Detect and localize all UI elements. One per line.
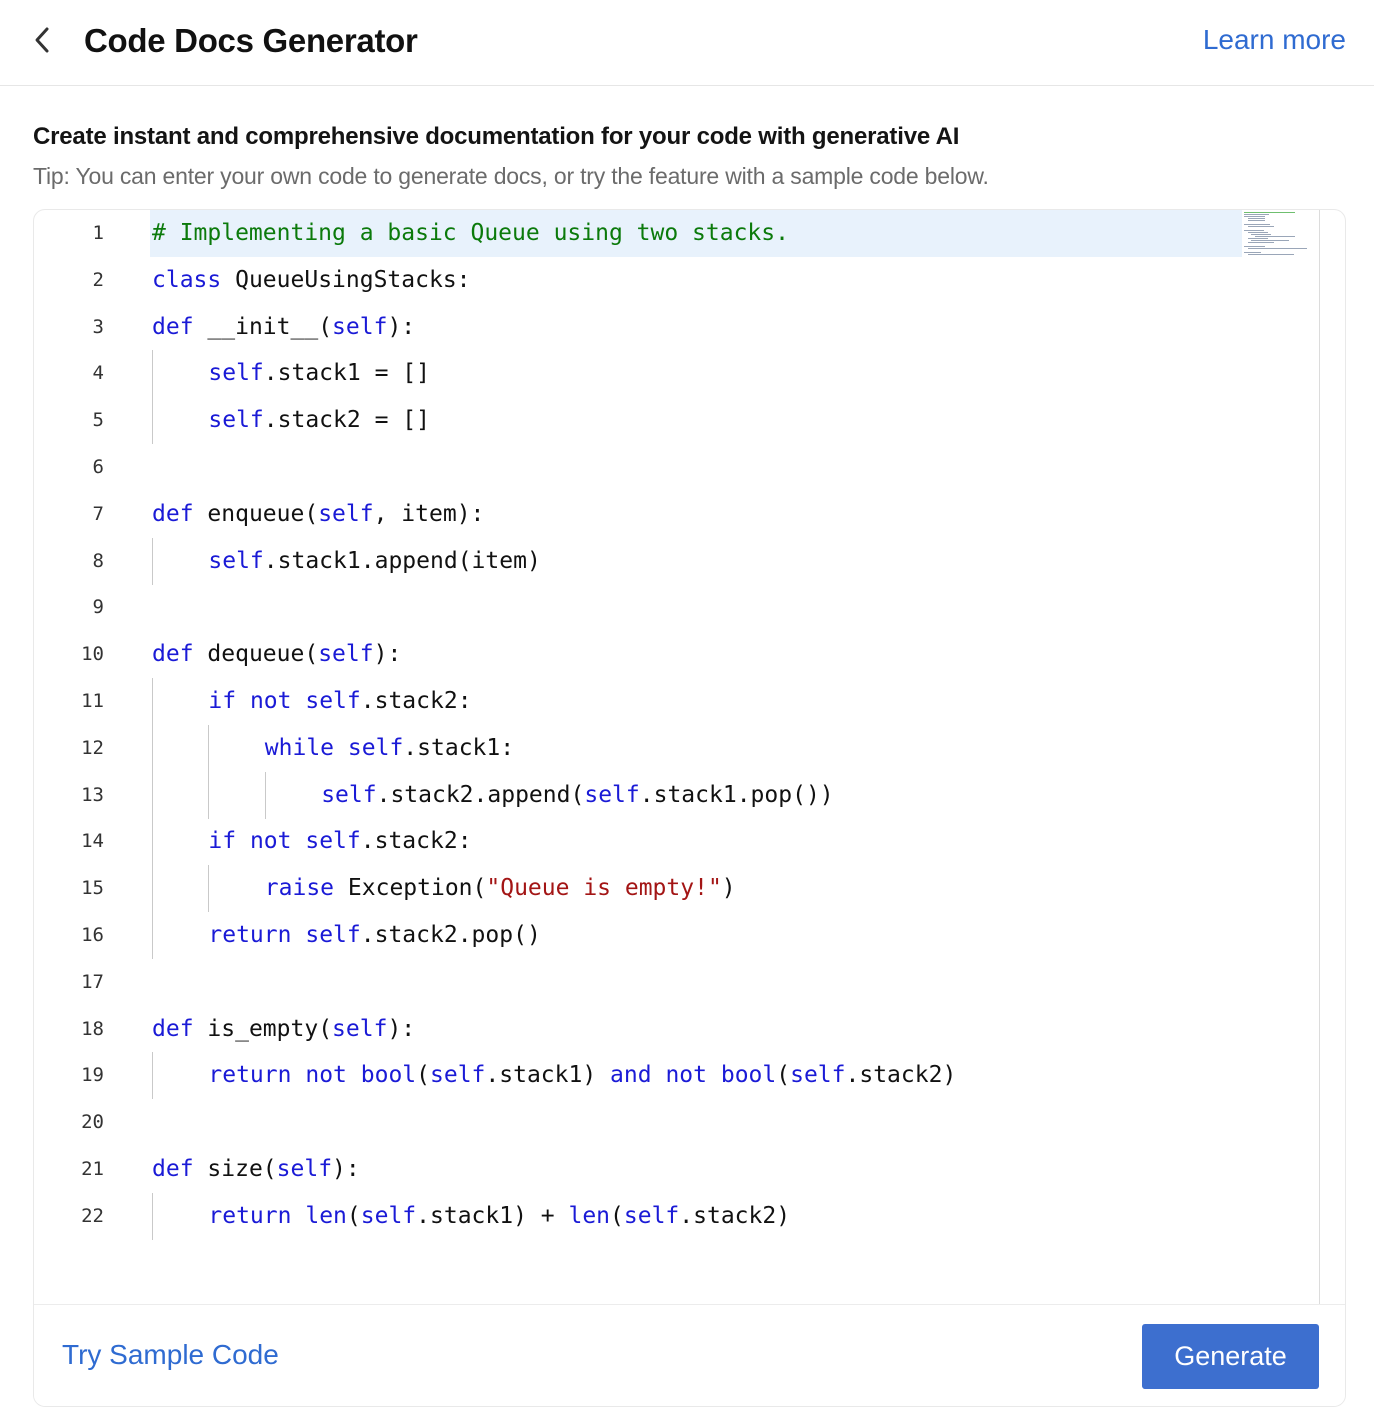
code-editor[interactable]: 1 # Implementing a basic Queue using two …: [34, 210, 1320, 1304]
line-number: 18: [81, 1018, 104, 1040]
indent-guide: [152, 912, 153, 959]
generate-button[interactable]: Generate: [1142, 1324, 1319, 1389]
indent-guide: [152, 1193, 153, 1240]
indent-guide: [208, 772, 210, 819]
code-line[interactable]: 2 class QueueUsingStacks:: [34, 257, 1320, 304]
page-title: Code Docs Generator: [84, 22, 418, 59]
line-number: 2: [92, 269, 104, 291]
line-number: 5: [92, 409, 104, 431]
line-number: 22: [81, 1205, 104, 1227]
indent-guide: [152, 818, 153, 865]
line-number: 13: [81, 784, 104, 806]
line-number: 20: [81, 1111, 104, 1133]
code-line[interactable]: 9: [34, 584, 1320, 631]
code-line[interactable]: 15 raise Exception("Queue is empty!"): [34, 865, 1320, 912]
indent-guide: [152, 538, 153, 585]
code-line[interactable]: 10 def dequeue(self):: [34, 631, 1320, 678]
indent-guide: [208, 865, 210, 912]
indent-guide: [152, 865, 153, 912]
line-number: 6: [92, 456, 104, 478]
learn-more-link[interactable]: Learn more: [1203, 24, 1346, 56]
indent-guide: [208, 725, 210, 772]
line-number: 8: [92, 550, 104, 572]
code-line[interactable]: 17: [34, 959, 1320, 1006]
line-number: 19: [81, 1064, 104, 1086]
code-line[interactable]: 13 self.stack2.append(self.stack1.pop()): [34, 772, 1320, 819]
code-text: return self.stack2.pop(): [208, 922, 541, 948]
indent-guide: [152, 1052, 153, 1099]
indent-guide: [152, 397, 153, 444]
code-text: # Implementing a basic Queue using two s…: [152, 220, 789, 246]
editor-footer: Try Sample Code Generate: [34, 1304, 1345, 1406]
code-line[interactable]: 5 self.stack2 = []: [34, 397, 1320, 444]
code-text: if not self.stack2:: [208, 828, 472, 854]
indent-guide: [152, 678, 153, 725]
indent-guide: [152, 772, 153, 819]
line-number: 17: [81, 971, 104, 993]
intro-heading: Create instant and comprehensive documen…: [33, 123, 960, 150]
line-number: 7: [92, 503, 104, 525]
code-text: def __init__(self):: [152, 314, 416, 340]
code-text: return not bool(self.stack1) and not boo…: [208, 1062, 957, 1088]
code-line[interactable]: 21 def size(self):: [34, 1146, 1320, 1193]
indent-guide: [152, 725, 153, 772]
page-header: Code Docs Generator Learn more: [0, 0, 1374, 86]
code-line[interactable]: 11 if not self.stack2:: [34, 678, 1320, 725]
chevron-left-icon: [35, 27, 49, 53]
try-sample-code-button[interactable]: Try Sample Code: [62, 1339, 279, 1371]
code-text: class QueueUsingStacks:: [152, 267, 471, 293]
code-text: def enqueue(self, item):: [152, 501, 485, 527]
indent-guide: [152, 350, 153, 397]
code-text: def size(self):: [152, 1156, 360, 1182]
code-editor-card: 1 # Implementing a basic Queue using two …: [33, 209, 1346, 1407]
intro-tip: Tip: You can enter your own code to gene…: [33, 163, 989, 189]
line-number: 16: [81, 924, 104, 946]
code-line[interactable]: 12 while self.stack1:: [34, 725, 1320, 772]
line-number: 4: [92, 362, 104, 384]
line-number: 21: [81, 1158, 104, 1180]
code-text: if not self.stack2:: [208, 688, 472, 714]
code-text: self.stack1 = []: [208, 360, 430, 386]
line-number: 11: [81, 690, 104, 712]
code-line[interactable]: 16 return self.stack2.pop(): [34, 912, 1320, 959]
code-line[interactable]: 3 def __init__(self):: [34, 304, 1320, 351]
code-text: def is_empty(self):: [152, 1016, 416, 1042]
code-text: self.stack2.append(self.stack1.pop()): [321, 782, 834, 808]
line-number: 1: [92, 222, 104, 244]
back-button[interactable]: [26, 22, 58, 58]
code-line[interactable]: 22 return len(self.stack1) + len(self.sta…: [34, 1193, 1320, 1240]
code-line[interactable]: 4 self.stack1 = []: [34, 350, 1320, 397]
line-number: 10: [81, 643, 104, 665]
line-number: 12: [81, 737, 104, 759]
indent-guide: [264, 772, 266, 819]
code-line[interactable]: 19 return not bool(self.stack1) and not b…: [34, 1052, 1320, 1099]
code-line[interactable]: 18 def is_empty(self):: [34, 1006, 1320, 1053]
code-text: def dequeue(self):: [152, 641, 402, 667]
code-line[interactable]: 14 if not self.stack2:: [34, 818, 1320, 865]
line-number: 9: [92, 596, 104, 618]
code-text: self.stack1.append(item): [208, 548, 541, 574]
code-text: self.stack2 = []: [208, 407, 430, 433]
line-number: 14: [81, 830, 104, 852]
code-text: return len(self.stack1) + len(self.stack…: [208, 1203, 791, 1229]
code-line[interactable]: 1 # Implementing a basic Queue using two …: [34, 210, 1320, 257]
code-line[interactable]: 8 self.stack1.append(item): [34, 538, 1320, 585]
code-line[interactable]: 20: [34, 1099, 1320, 1146]
code-line[interactable]: 6: [34, 444, 1320, 491]
code-text: raise Exception("Queue is empty!"): [264, 875, 736, 901]
line-number: 15: [81, 877, 104, 899]
line-number: 3: [92, 316, 104, 338]
code-line[interactable]: 7 def enqueue(self, item):: [34, 491, 1320, 538]
code-text: while self.stack1:: [264, 735, 515, 761]
